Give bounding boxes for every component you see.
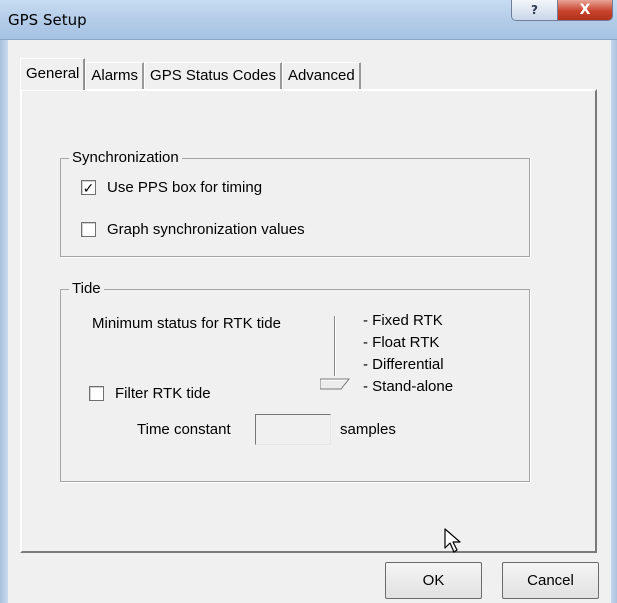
tab-general[interactable]: General xyxy=(20,58,86,90)
rtk-status-slider-track[interactable] xyxy=(334,316,336,376)
window-frame-right xyxy=(611,40,617,603)
close-button[interactable]: X xyxy=(558,0,612,20)
tab-panel-general: Synchronization ✓ Use PPS box for timing… xyxy=(20,89,597,553)
cancel-button[interactable]: Cancel xyxy=(502,562,599,599)
use-pps-checkbox[interactable]: ✓ xyxy=(81,180,96,195)
rtk-level-stand-alone: - Stand-alone xyxy=(363,378,454,395)
synchronization-legend: Synchronization xyxy=(69,149,182,166)
close-icon: X xyxy=(579,2,591,18)
tab-strip: General Alarms GPS Status Codes Advanced xyxy=(20,58,361,90)
synchronization-group: Synchronization ✓ Use PPS box for timing… xyxy=(60,149,530,257)
graph-sync-label: Graph synchronization values xyxy=(107,221,305,238)
graph-sync-row[interactable]: Graph synchronization values xyxy=(81,221,305,238)
time-constant-input[interactable] xyxy=(255,414,331,445)
dialog-client: General Alarms GPS Status Codes Advanced… xyxy=(8,40,611,603)
rtk-level-differential: - Differential xyxy=(363,356,444,373)
use-pps-row[interactable]: ✓ Use PPS box for timing xyxy=(81,179,262,196)
use-pps-label: Use PPS box for timing xyxy=(107,179,263,196)
title-buttons: ? X xyxy=(511,0,613,21)
samples-label: samples xyxy=(340,421,396,438)
min-status-label: Minimum status for RTK tide xyxy=(92,315,281,332)
tide-group: Tide Minimum status for RTK tide - Fixed… xyxy=(60,280,530,482)
rtk-level-list: - Fixed RTK - Float RTK - Differential -… xyxy=(363,310,453,398)
rtk-status-slider-thumb[interactable] xyxy=(320,378,350,390)
rtk-level-float: - Float RTK xyxy=(363,334,440,351)
ok-button[interactable]: OK xyxy=(385,562,482,599)
help-button[interactable]: ? xyxy=(512,0,558,20)
filter-rtk-checkbox[interactable] xyxy=(89,386,104,401)
tab-advanced[interactable]: Advanced xyxy=(281,62,361,90)
graph-sync-checkbox[interactable] xyxy=(81,222,96,237)
rtk-level-fixed: - Fixed RTK xyxy=(363,312,443,329)
filter-rtk-row[interactable]: Filter RTK tide xyxy=(89,385,211,402)
tab-alarms[interactable]: Alarms xyxy=(85,62,145,90)
mouse-cursor-icon xyxy=(444,528,461,553)
title-bar[interactable]: GPS Setup ? X xyxy=(0,0,617,40)
window-frame-left xyxy=(0,40,8,603)
window-title: GPS Setup xyxy=(8,11,87,29)
time-constant-label: Time constant xyxy=(137,421,231,438)
checkmark-icon: ✓ xyxy=(82,179,95,196)
help-icon: ? xyxy=(531,3,538,17)
filter-rtk-label: Filter RTK tide xyxy=(115,385,211,402)
tide-legend: Tide xyxy=(69,280,104,297)
tab-gps-status-codes[interactable]: GPS Status Codes xyxy=(144,62,282,90)
